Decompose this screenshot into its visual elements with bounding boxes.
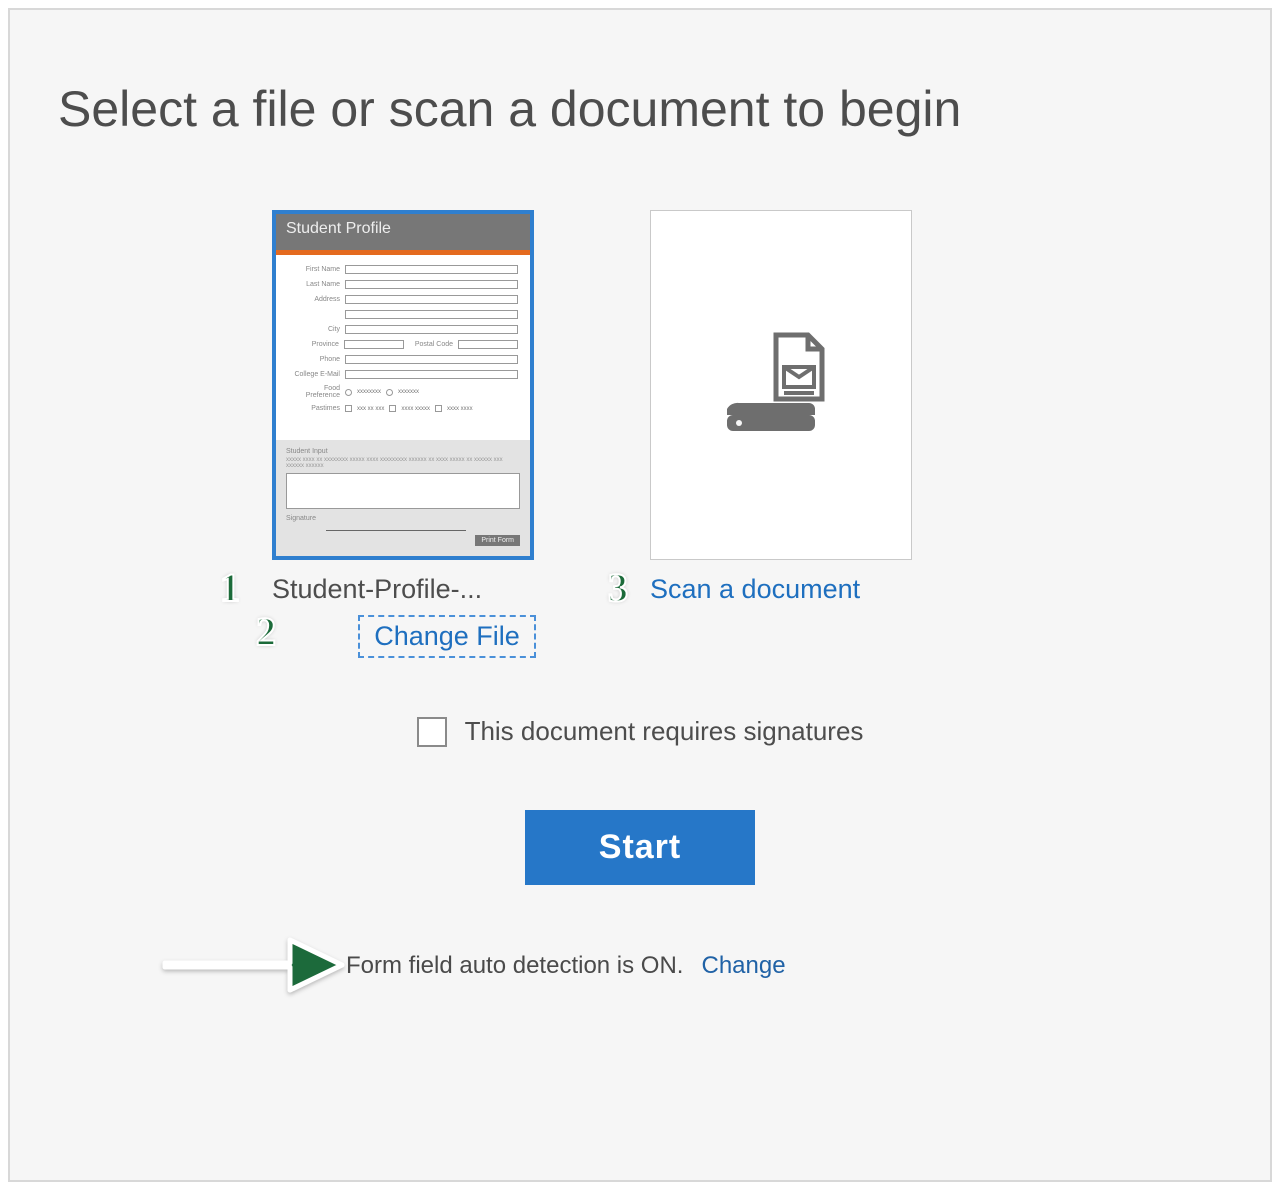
scan-document-tile[interactable] (650, 210, 912, 560)
preview-body: First Name Last Name Address City Provin… (276, 255, 530, 440)
start-button[interactable]: Start (525, 810, 755, 885)
scan-document-option: Scan a document (650, 210, 1000, 605)
file-preview: Student Profile First Name Last Name Add… (276, 214, 530, 556)
auto-detection-change-link[interactable]: Change (701, 952, 785, 980)
preview-header: Student Profile (276, 214, 530, 250)
scanner-icon (721, 325, 841, 445)
select-file-option: Student Profile First Name Last Name Add… (272, 210, 622, 658)
preview-footer: Student Input xxxxx xxxx xx xxxxxxxx xxx… (276, 440, 530, 556)
auto-detection-status: Form field auto detection is ON. (346, 952, 683, 980)
file-preview-tile[interactable]: Student Profile First Name Last Name Add… (272, 210, 534, 560)
change-file-button[interactable]: Change File (358, 615, 536, 658)
selected-file-name: Student-Profile-... (272, 574, 534, 605)
start-row: Start (10, 810, 1270, 885)
dialog-panel: Select a file or scan a document to begi… (8, 8, 1272, 1182)
page-title: Select a file or scan a document to begi… (58, 80, 1228, 138)
requires-signatures-label: This document requires signatures (465, 716, 864, 747)
requires-signatures-checkbox[interactable] (417, 717, 447, 747)
signatures-row: This document requires signatures (10, 716, 1270, 752)
callout-arrow-icon (160, 928, 345, 998)
scan-document-label[interactable]: Scan a document (650, 574, 1000, 605)
callout-1: 1 (220, 564, 264, 608)
callout-2: 2 (256, 608, 300, 652)
preview-print-button: Print Form (475, 535, 520, 546)
callout-3: 3 (608, 564, 652, 608)
